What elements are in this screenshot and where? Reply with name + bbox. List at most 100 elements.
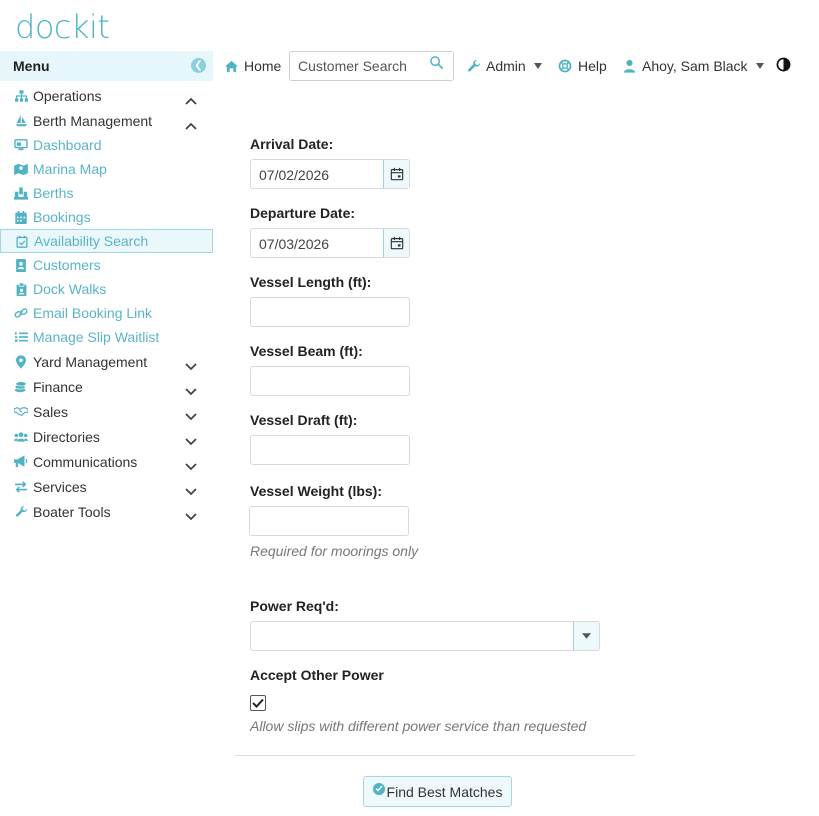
map-marker-icon bbox=[14, 354, 28, 369]
sidebar-item-label: Availability Search bbox=[34, 233, 149, 249]
theme-toggle-icon[interactable] bbox=[776, 49, 791, 79]
chevron-down-icon[interactable] bbox=[185, 408, 197, 420]
sidebar-item-bookings[interactable]: Bookings bbox=[0, 205, 213, 229]
sidebar-item-sales[interactable]: Sales bbox=[0, 399, 213, 424]
customer-search bbox=[289, 51, 454, 81]
map-icon bbox=[14, 162, 28, 176]
sidebar-item-dock-walks[interactable]: Dock Walks bbox=[0, 277, 213, 301]
departure-date-value: 07/03/2026 bbox=[259, 236, 330, 252]
vessel-draft-label: Vessel Draft (ft): bbox=[250, 412, 358, 428]
divider bbox=[235, 755, 635, 756]
sidebar-item-berth-management[interactable]: Berth Management bbox=[0, 108, 213, 133]
life-ring-icon bbox=[558, 59, 572, 73]
chevron-up-icon[interactable] bbox=[185, 117, 197, 130]
check-circle-icon bbox=[372, 782, 385, 795]
sidebar-item-label: Dock Walks bbox=[33, 281, 107, 297]
arrival-date-field[interactable]: 07/02/2026 bbox=[250, 159, 410, 189]
sidebar-item-label: Sales bbox=[33, 403, 69, 420]
sidebar-item-dashboard[interactable]: Dashboard bbox=[0, 133, 213, 157]
sidebar-item-operations[interactable]: Operations bbox=[0, 83, 213, 108]
sidebar-item-label: Yard Management bbox=[33, 353, 148, 370]
sidebar-item-label: Finance bbox=[33, 378, 83, 395]
home-link[interactable]: Home bbox=[224, 51, 281, 81]
exchange-icon bbox=[14, 480, 28, 494]
vessel-weight-input[interactable] bbox=[249, 506, 409, 536]
sidebar-item-label: Berths bbox=[33, 185, 74, 201]
vessel-length-input[interactable] bbox=[250, 297, 410, 327]
departure-date-label: Departure Date: bbox=[250, 205, 356, 221]
sidebar-item-label: Boater Tools bbox=[33, 503, 111, 520]
user-icon bbox=[623, 59, 636, 73]
menu-title: Menu bbox=[13, 58, 50, 74]
sidebar-item-label: Directories bbox=[33, 428, 100, 445]
weight-help-text: Required for moorings only bbox=[250, 543, 419, 559]
vessel-beam-input[interactable] bbox=[250, 366, 410, 396]
vessel-draft-input[interactable] bbox=[250, 435, 410, 465]
sidebar-item-marina-map[interactable]: Marina Map bbox=[0, 157, 213, 181]
home-label: Home bbox=[244, 58, 282, 74]
accept-power-help-text: Allow slips with different power service… bbox=[250, 718, 587, 734]
power-required-label: Power Req'd: bbox=[250, 598, 339, 614]
find-best-matches-label: Find Best Matches bbox=[386, 783, 503, 800]
sidebar-item-berths[interactable]: Berths bbox=[0, 181, 213, 205]
sidebar-item-label: Email Booking Link bbox=[33, 305, 153, 321]
help-link[interactable]: Help bbox=[558, 51, 607, 81]
search-icon[interactable] bbox=[429, 55, 444, 75]
customer-search-input[interactable] bbox=[291, 53, 421, 79]
handshake-icon bbox=[14, 405, 28, 419]
chevron-up-icon[interactable] bbox=[185, 92, 197, 105]
calendar-icon[interactable] bbox=[383, 160, 409, 188]
home-icon bbox=[225, 60, 238, 72]
calendar-icon[interactable] bbox=[383, 229, 409, 257]
sidebar-item-finance[interactable]: Finance bbox=[0, 374, 213, 399]
sidebar-item-customers[interactable]: Customers bbox=[0, 253, 213, 277]
arrival-date-value: 07/02/2026 bbox=[259, 167, 330, 183]
calendar-check-icon bbox=[15, 234, 29, 248]
sidebar-item-communications[interactable]: Communications bbox=[0, 449, 213, 474]
berths-icon bbox=[14, 186, 28, 200]
app-logo[interactable]: dockit bbox=[15, 8, 110, 46]
vessel-weight-label: Vessel Weight (lbs): bbox=[250, 483, 382, 499]
accept-other-power-checkbox[interactable] bbox=[250, 695, 266, 711]
sidebar-item-availability-search[interactable]: Availability Search bbox=[0, 229, 213, 253]
checkmark-icon bbox=[252, 698, 264, 708]
admin-menu[interactable]: Admin bbox=[467, 51, 542, 81]
chevron-down-icon[interactable] bbox=[185, 508, 197, 520]
menu-header: Menu ❮ bbox=[0, 51, 213, 81]
list-ol-icon bbox=[14, 330, 28, 344]
user-menu[interactable]: Ahoy, Sam Black bbox=[623, 51, 764, 81]
sidebar-item-label: Manage Slip Waitlist bbox=[33, 329, 160, 345]
chevron-down-icon[interactable] bbox=[573, 622, 599, 650]
sidebar-item-manage-slip-waitlist[interactable]: Manage Slip Waitlist bbox=[0, 325, 213, 349]
sidebar-item-label: Operations bbox=[33, 87, 102, 104]
sitemap-icon bbox=[14, 89, 28, 103]
sidebar-item-label: Services bbox=[33, 478, 87, 495]
sidebar-item-directories[interactable]: Directories bbox=[0, 424, 213, 449]
sailboat-icon bbox=[14, 114, 28, 128]
chevron-down-icon[interactable] bbox=[185, 358, 197, 370]
departure-date-field[interactable]: 07/03/2026 bbox=[250, 228, 410, 258]
user-caret-icon bbox=[755, 63, 764, 69]
sidebar-item-boater-tools[interactable]: Boater Tools bbox=[0, 499, 213, 524]
sidebar-item-email-booking-link[interactable]: Email Booking Link bbox=[0, 301, 213, 325]
find-best-matches-button[interactable]: Find Best Matches bbox=[363, 776, 512, 807]
chevron-down-icon[interactable] bbox=[185, 383, 197, 395]
chevron-down-icon[interactable] bbox=[185, 458, 197, 470]
accept-other-power-label: Accept Other Power bbox=[250, 667, 384, 683]
collapse-menu-icon[interactable]: ❮ bbox=[191, 58, 206, 73]
chevron-down-icon[interactable] bbox=[185, 433, 197, 445]
calendar-icon bbox=[14, 210, 28, 224]
sidebar-item-services[interactable]: Services bbox=[0, 474, 213, 499]
chevron-down-icon[interactable] bbox=[185, 483, 197, 495]
coins-icon bbox=[14, 380, 28, 394]
user-label: Ahoy, Sam Black bbox=[642, 58, 748, 74]
dashboard-icon bbox=[14, 138, 28, 152]
sidebar-item-yard-management[interactable]: Yard Management bbox=[0, 349, 213, 374]
bullhorn-icon bbox=[14, 455, 28, 469]
help-label: Help bbox=[578, 58, 607, 74]
admin-label: Admin bbox=[486, 58, 526, 74]
users-icon bbox=[14, 430, 28, 444]
power-required-select[interactable] bbox=[250, 621, 600, 651]
address-book-icon bbox=[14, 258, 28, 272]
sidebar-item-label: Dashboard bbox=[33, 137, 102, 153]
